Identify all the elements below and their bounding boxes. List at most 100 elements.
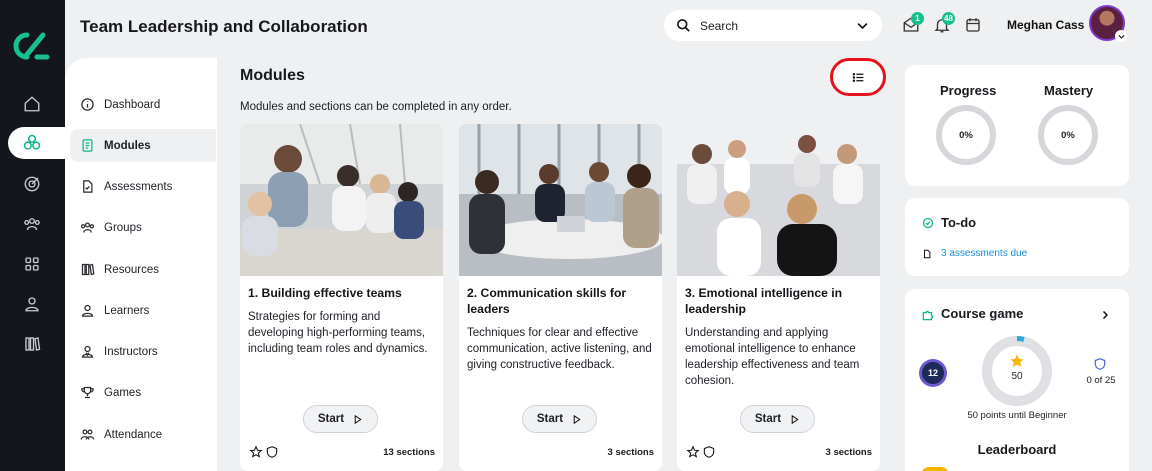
points-until-text: 50 points until Beginner [967,410,1067,421]
modules-description: Modules and sections can be completed in… [240,101,512,113]
sections-count: 13 sections [383,447,435,458]
start-button[interactable]: Start [522,405,597,433]
play-icon [573,414,581,424]
badges-count: 0 of 25 [1086,375,1116,386]
sidebar-item-groups[interactable]: Groups [70,211,216,244]
instructor-icon [81,345,94,358]
module-image [677,124,880,276]
sidebar-item-label: Groups [104,221,142,234]
module-description: Techniques for clear and effective commu… [467,327,652,371]
progress-ring: 0% [936,105,996,165]
assessment-icon [83,180,93,193]
module-title: 1. Building effective teams [248,286,402,300]
module-description: Understanding and applying emotional int… [685,327,860,387]
user-name: Meghan Cass [1007,18,1085,32]
sidebar-item-label: Learners [104,304,150,317]
groups-icon [80,222,95,233]
sidebar-item-modules[interactable]: Modules [70,129,216,162]
module-card[interactable]: 3. Emotional intelligence in leadership … [677,124,880,471]
sections-count: 3 sections [825,447,872,458]
sidebar-item-games[interactable]: Games [70,376,216,409]
page-title: Team Leadership and Collaboration [80,17,368,36]
profile-icon[interactable] [20,292,44,316]
sidebar-item-dashboard[interactable]: Dashboard [70,88,216,121]
star-icon[interactable] [249,445,263,459]
course-game-title: Course game [941,306,1024,321]
search-icon [677,19,690,32]
search-dropdown[interactable]: Search [664,10,882,41]
user-icon [81,304,94,317]
start-button[interactable]: Start [740,405,815,433]
sidebar-item-label: Resources [104,263,159,276]
notifications-badge: 48 [942,12,955,25]
module-image [459,124,662,276]
sidebar-item-label: Modules [104,139,151,152]
star-icon[interactable] [686,445,700,459]
app-rail [0,0,68,471]
chevron-right-icon[interactable] [1099,308,1111,322]
mastery-ring: 0% [1038,105,1098,165]
todo-title: To-do [941,215,977,230]
messages-badge: 1 [911,12,924,25]
game-points: 50 [1011,371,1023,382]
sidebar-item-label: Assessments [104,180,173,193]
trophy-icon [81,386,94,399]
todo-widget: To-do 3 assessments due [905,198,1129,276]
course-game-widget: Course game 12 50 0 of 25 50 points unti… [905,289,1129,471]
star-icon [1010,354,1024,367]
groups-icon[interactable] [20,212,44,236]
module-title: 2. Communication skills for leaders [467,286,627,316]
module-card[interactable]: 1. Building effective teams Strategies f… [240,124,443,471]
document-icon [82,139,93,152]
module-title: 3. Emotional intelligence in leadership [685,286,843,316]
attendance-icon [80,429,95,440]
mastery-label: Mastery [1044,83,1094,98]
sidebar-item-resources[interactable]: Resources [70,253,216,286]
target-icon[interactable] [20,172,44,196]
module-description: Strategies for forming and developing hi… [248,311,428,355]
document-icon [924,249,931,259]
chevron-down-icon [857,23,868,30]
modules-icon[interactable] [22,133,42,153]
leaderboard-title: Leaderboard [977,442,1057,457]
start-label: Start [754,413,782,425]
module-card[interactable]: 2. Communication skills for leaders Tech… [459,124,662,471]
sidebar-item-assessments[interactable]: Assessments [70,170,216,203]
check-circle-icon [922,217,934,229]
leaderboard-avatar [921,467,949,471]
start-label: Start [317,413,345,425]
puzzle-icon [922,310,934,321]
sidebar-item-label: Games [104,386,142,399]
sections-count: 3 sections [607,447,654,458]
list-icon [852,72,863,82]
shield-icon [1094,358,1106,370]
play-icon [354,414,362,424]
progress-label: Progress [940,83,997,98]
books-icon [81,263,95,276]
chevron-down-icon[interactable] [1115,30,1127,42]
sidebar-item-attendance[interactable]: Attendance [70,418,216,451]
apps-icon[interactable] [20,252,44,276]
library-icon[interactable] [20,332,44,356]
module-image [240,124,443,276]
sidebar-item-learners[interactable]: Learners [70,294,216,327]
sidebar-item-instructors[interactable]: Instructors [70,335,216,368]
level-badge: 12 [919,359,947,387]
start-label: Start [536,413,564,425]
play-icon [791,414,799,424]
shield-icon[interactable] [265,445,279,459]
sidebar-item-label: Attendance [104,428,163,441]
calendar-icon[interactable] [964,16,982,34]
app-logo[interactable] [13,31,51,61]
search-label: Search [700,18,739,33]
home-icon[interactable] [20,92,44,116]
start-button[interactable]: Start [303,405,378,433]
progress-widget: Progress 0% Mastery 0% [905,65,1129,186]
sidebar-item-label: Dashboard [104,98,161,111]
list-view-button[interactable] [830,58,886,96]
modules-heading: Modules [240,67,305,84]
todo-link[interactable]: 3 assessments due [941,248,1027,259]
shield-icon[interactable] [702,445,716,459]
info-icon [81,98,94,111]
sidebar-item-label: Instructors [104,345,158,358]
